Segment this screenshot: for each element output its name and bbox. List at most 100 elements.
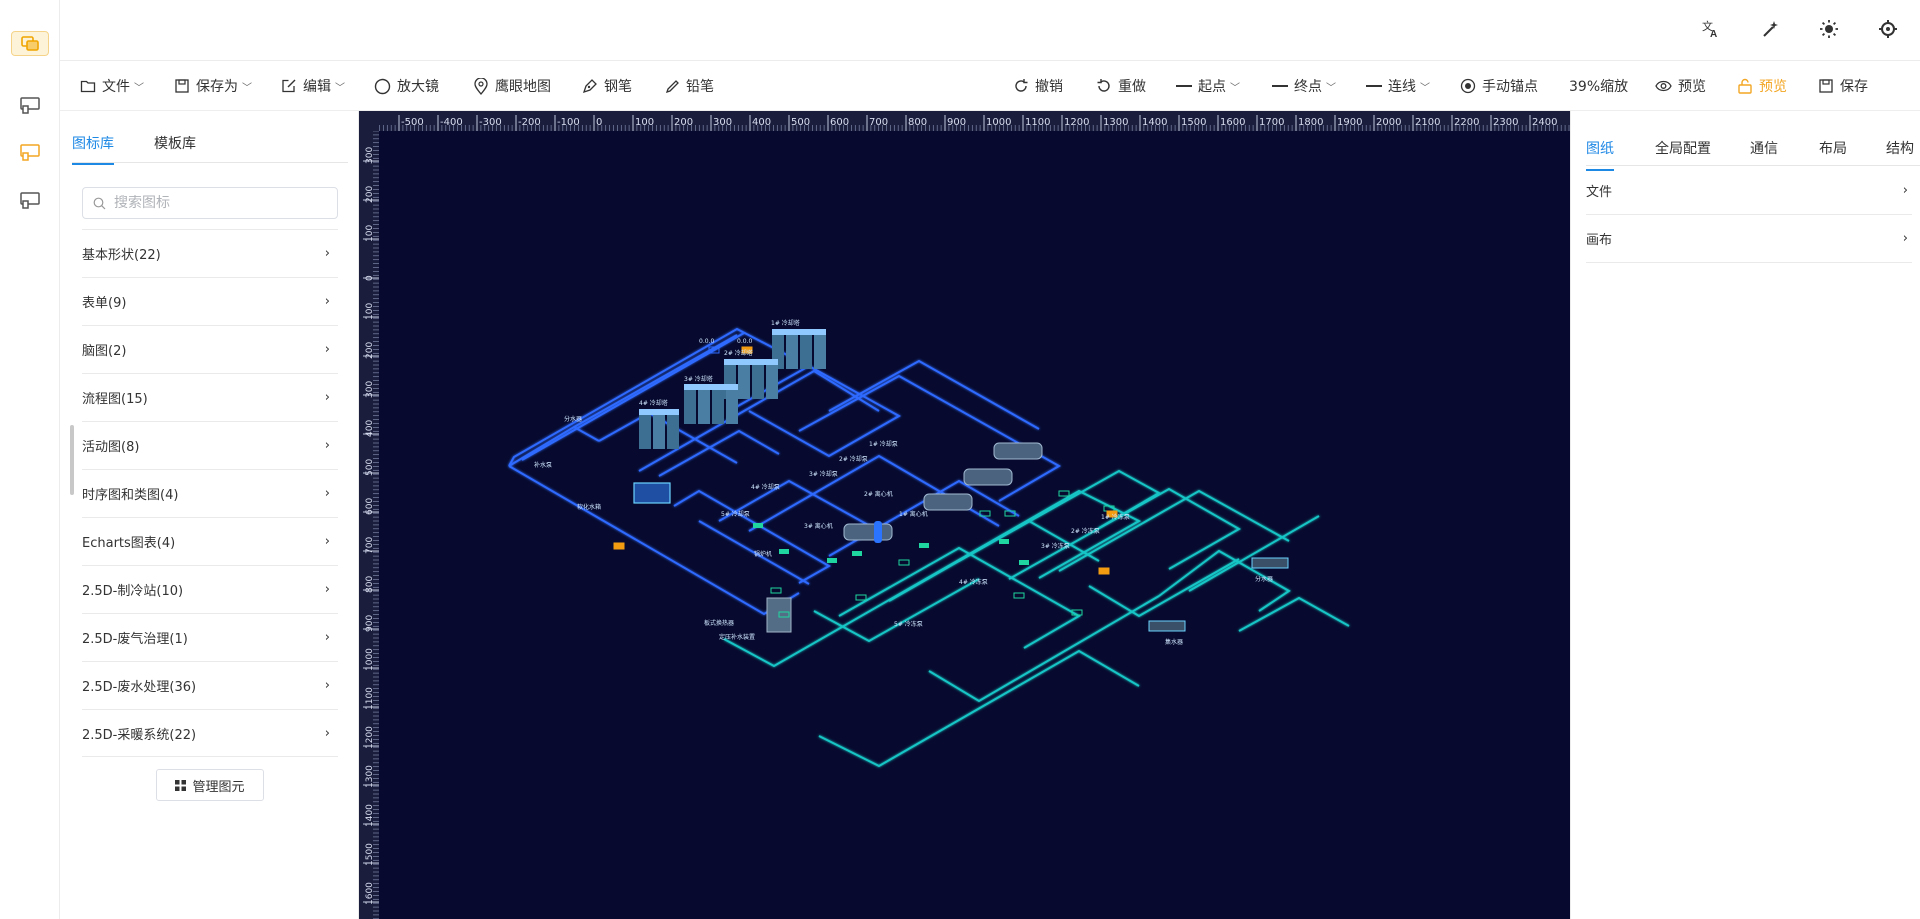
category-item[interactable]: 脑图(2) › (82, 325, 338, 373)
category-label: 2.5D-制冷站(10) (82, 584, 184, 599)
folder-icon (80, 80, 96, 93)
scrollbar-thumb[interactable] (70, 425, 74, 495)
search-input[interactable] (114, 195, 324, 211)
category-item[interactable]: 2.5D-采暖系统(22) › (82, 709, 338, 757)
line-icon (1272, 85, 1288, 87)
start-point-label: 起点 (1198, 79, 1226, 95)
file-menu[interactable]: 文件 ﹀ (80, 61, 144, 111)
category-item[interactable]: Echarts图表(4) › (82, 517, 338, 565)
category-label: 2.5D-采暖系统(22) (82, 727, 197, 743)
category-item[interactable]: 基本形状(22) › (82, 229, 338, 277)
icon-search-box[interactable] (82, 187, 338, 219)
pencil-button[interactable]: 铅笔 (665, 61, 714, 111)
properties-panel: 图纸 全局配置 通信 布局 结构 文件 › 画布 › (1570, 111, 1920, 919)
tab-global-config[interactable]: 全局配置 (1655, 138, 1711, 158)
tab-layout[interactable]: 布局 (1819, 138, 1847, 158)
save-button[interactable]: 保存 (1818, 61, 1868, 111)
magnifier-label: 放大镜 (397, 79, 439, 95)
category-label: 脑图(2) (82, 344, 127, 359)
category-item[interactable]: 流程图(15) › (82, 373, 338, 421)
pen-button[interactable]: 钢笔 (582, 61, 632, 111)
chevron-right-icon: › (324, 246, 330, 261)
category-item[interactable]: 时序图和类图(4) › (82, 469, 338, 517)
diagram-label: 4# 冷却泵 (751, 483, 780, 491)
chevron-down-icon: ﹀ (134, 82, 144, 94)
save-as-menu[interactable]: 保存为 ﹀ (174, 61, 252, 111)
line-icon (1366, 85, 1382, 87)
save-icon (1819, 79, 1833, 93)
category-label: 活动图(8) (82, 440, 140, 455)
chevron-right-icon: › (324, 390, 330, 405)
preview-lock-button[interactable]: 预览 (1737, 61, 1787, 111)
app-logo[interactable] (11, 31, 49, 56)
category-item[interactable]: 2.5D-废气治理(1) › (82, 613, 338, 661)
manual-anchor-button[interactable]: 手动锚点 (1460, 61, 1538, 111)
undo-button[interactable]: 撤销 (1013, 61, 1063, 111)
section-label: 文件 (1586, 185, 1613, 200)
end-point-menu[interactable]: 终点 ﹀ (1272, 61, 1336, 111)
tab-icon-library[interactable]: 图标库 (72, 133, 114, 165)
category-item[interactable]: 2.5D-废水处理(36) › (82, 661, 338, 709)
magic-wand-icon[interactable] (1757, 16, 1783, 42)
magnifier-icon (374, 78, 391, 94)
save-label: 保存 (1840, 79, 1868, 95)
chevron-down-icon: ﹀ (1420, 82, 1430, 94)
settings-icon[interactable] (1875, 16, 1901, 42)
chevron-right-icon: › (324, 725, 330, 741)
diagram-label: 2# 冷却塔 (724, 349, 753, 357)
side-rail (0, 0, 60, 919)
undo-icon (1015, 79, 1028, 92)
diagram-label: 2# 离心机 (864, 490, 893, 498)
edit-menu[interactable]: 编辑 ﹀ (281, 61, 345, 111)
start-point-menu[interactable]: 起点 ﹀ (1176, 61, 1240, 111)
chevron-right-icon: › (324, 486, 330, 501)
category-item[interactable]: 活动图(8) › (82, 421, 338, 469)
diagram-label: 5# 冷却泵 (721, 510, 750, 518)
zoom-level[interactable]: 39%缩放 (1569, 61, 1628, 111)
category-item[interactable]: 表单(9) › (82, 277, 338, 325)
edit-label: 编辑 (303, 79, 331, 95)
category-label: 表单(9) (82, 296, 127, 311)
refrigeration-station-diagram[interactable]: 1# 冷却塔 2# 冷却塔 3# 冷却塔 4# 冷却塔 分水器 补水泵 软化水箱… (359, 111, 1570, 919)
toolbar: 文件 ﹀ 保存为 ﹀ 编辑 ﹀ 放大镜 鹰眼地图 钢笔 铅笔 撤销 重做 起点 … (60, 61, 1920, 111)
eagle-map-button[interactable]: 鹰眼地图 (473, 61, 551, 111)
preview-button[interactable]: 预览 (1655, 61, 1706, 111)
diagram-label: 分水器 (564, 415, 582, 423)
line-icon (1176, 85, 1192, 87)
diagram-label: 补水泵 (534, 461, 552, 469)
section-file[interactable]: 文件 › (1586, 167, 1912, 215)
magnifier-button[interactable]: 放大镜 (374, 61, 439, 111)
top-header: 文A (60, 0, 1920, 61)
redo-button[interactable]: 重做 (1096, 61, 1146, 111)
diagram-label: 分水器 (1255, 575, 1273, 583)
translate-icon[interactable]: 文A (1698, 16, 1724, 42)
diagram-label: 3# 离心机 (804, 522, 833, 530)
pen-label: 钢笔 (604, 79, 632, 95)
zoom-label: 39%缩放 (1569, 79, 1629, 95)
sun-icon[interactable] (1816, 16, 1842, 42)
chevron-right-icon: › (1902, 231, 1908, 246)
pencil-icon (665, 79, 679, 93)
section-label: 画布 (1586, 233, 1613, 248)
rail-design-icon[interactable] (18, 94, 42, 118)
category-label: 2.5D-废气治理(1) (82, 632, 188, 647)
svg-text:A: A (1710, 29, 1717, 39)
manage-label: 管理图元 (192, 779, 245, 795)
tab-drawing[interactable]: 图纸 (1586, 138, 1614, 171)
connector-menu[interactable]: 连线 ﹀ (1366, 61, 1430, 111)
manual-anchor-label: 手动锚点 (1482, 79, 1538, 95)
tab-communication[interactable]: 通信 (1750, 138, 1778, 158)
section-canvas[interactable]: 画布 › (1586, 215, 1912, 263)
rail-screen-icon[interactable] (18, 189, 42, 213)
category-item[interactable]: 2.5D-制冷站(10) › (82, 565, 338, 613)
grid-icon (175, 779, 187, 791)
category-list: 基本形状(22) › 表单(9) › 脑图(2) › 流程图(15) › 活动图(8) ›… (82, 229, 338, 757)
rail-2d5-icon[interactable] (18, 141, 42, 165)
category-label: 时序图和类图(4) (82, 488, 179, 503)
tab-template-library[interactable]: 模板库 (154, 133, 196, 153)
drawing-canvas[interactable]: -500 -400 -300 -200 -100 0 100 200 300 400 500 600 7… (359, 111, 1570, 919)
eye-icon (1655, 80, 1672, 92)
undo-label: 撤销 (1035, 79, 1063, 95)
manage-elements-button[interactable]: 管理图元 (156, 769, 264, 801)
tab-structure[interactable]: 结构 (1886, 138, 1914, 158)
